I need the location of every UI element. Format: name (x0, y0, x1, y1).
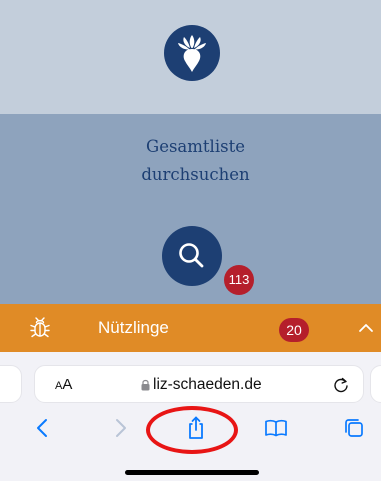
tabs-button[interactable] (339, 413, 369, 443)
bug-icon (30, 317, 50, 338)
lock-icon (141, 379, 150, 391)
search-title[interactable]: Gesamtliste durchsuchen (0, 133, 381, 189)
previous-tab-preview[interactable] (0, 365, 22, 403)
search-icon (179, 243, 204, 268)
home-indicator (125, 470, 259, 475)
next-tab-preview[interactable] (370, 365, 381, 403)
chevron-up-icon[interactable] (358, 320, 374, 336)
logo[interactable] (164, 25, 220, 81)
reload-icon[interactable] (332, 376, 350, 394)
search-button[interactable] (162, 226, 222, 286)
tabs-icon (345, 419, 363, 437)
back-icon (37, 419, 47, 437)
search-title-line2: durchsuchen (141, 165, 250, 184)
bookmarks-button[interactable] (261, 413, 291, 443)
url-text: liz-schaeden.de (153, 376, 262, 393)
search-panel: Gesamtliste durchsuchen 113 (0, 114, 381, 304)
address-bar[interactable]: AA liz-schaeden.de (34, 365, 364, 403)
beet-icon (178, 35, 206, 72)
forward-button[interactable] (105, 413, 135, 443)
category-count-badge: 20 (279, 318, 309, 342)
search-count-badge: 113 (224, 265, 254, 295)
back-button[interactable] (28, 413, 58, 443)
browser-chrome: AA liz-schaeden.de (0, 352, 381, 481)
bookmarks-icon (265, 419, 287, 437)
category-label: Nützlinge (98, 318, 169, 337)
search-title-line1: Gesamtliste (146, 137, 245, 156)
forward-icon (116, 419, 126, 437)
text-size-button[interactable]: AA (55, 366, 72, 405)
top-panel (0, 0, 381, 114)
annotation-circle (146, 406, 238, 454)
category-bar[interactable]: Nützlinge 20 (0, 304, 381, 352)
